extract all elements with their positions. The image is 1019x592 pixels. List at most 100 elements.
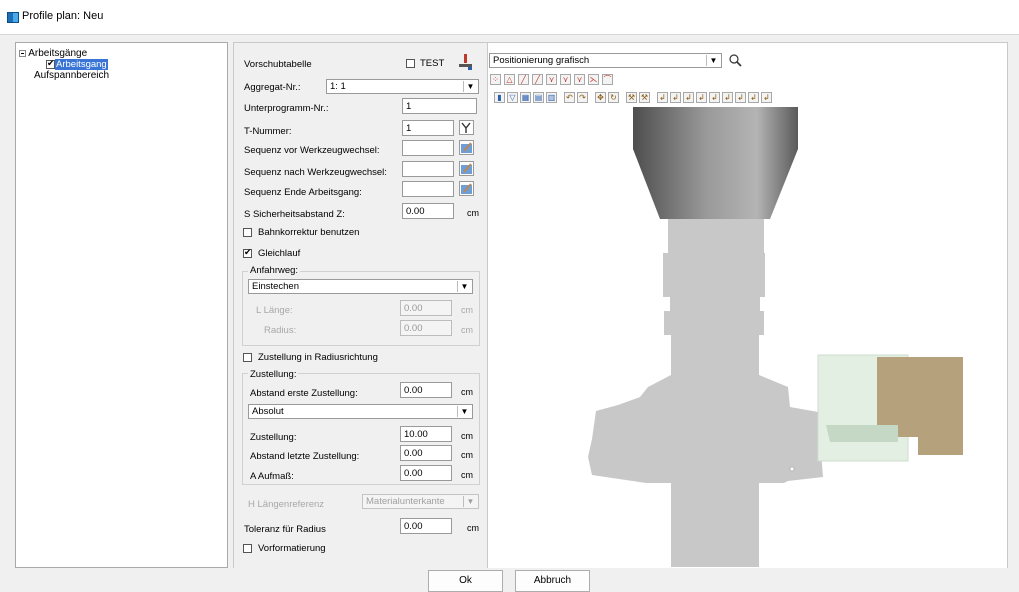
s2-icon[interactable]: ↲ [670, 92, 681, 103]
arc-icon[interactable]: ⌒ [602, 74, 613, 85]
chevron-down-icon: ▼ [463, 496, 477, 507]
ok-button[interactable]: Ok [428, 570, 503, 592]
s3-icon[interactable]: ↲ [683, 92, 694, 103]
tree-item-label: Arbeitsgang [55, 59, 108, 70]
seq-vor-label: Sequenz vor Werkzeugwechsel: [244, 145, 380, 156]
points-icon[interactable]: ⁘ [490, 74, 501, 85]
sicherheit-label: S Sicherheitsabstand Z: [244, 209, 345, 220]
laengenreferenz-label: H Längenreferenz [248, 499, 325, 510]
pause-icon[interactable]: ▮ [494, 92, 505, 103]
laengenreferenz-value: Materialunterkante [366, 496, 445, 507]
move-icon[interactable]: ✥ [595, 92, 606, 103]
feed-table-icon[interactable] [458, 53, 474, 70]
laenge-input[interactable]: 0.00 [400, 300, 452, 316]
angle3-icon[interactable]: ⋎ [574, 74, 585, 85]
gleichlauf-label: Gleichlauf [258, 248, 301, 259]
triangle-icon[interactable]: △ [504, 74, 515, 85]
view-mode-select[interactable]: Positionierung grafisch ▼ [489, 53, 722, 68]
abstand-erste-label: Abstand erste Zustellung: [250, 388, 358, 399]
s9-icon[interactable]: ↲ [761, 92, 772, 103]
aggregat-select[interactable]: 1: 1 ▼ [326, 79, 479, 94]
tool2-icon[interactable]: ⚒ [639, 92, 650, 103]
tnummer-label: T-Nummer: [244, 126, 292, 137]
radius-label: Radius: [264, 325, 297, 336]
unit-label: cm [461, 470, 473, 480]
gleichlauf-checkbox[interactable] [243, 247, 252, 258]
arbeitsgang-checkbox[interactable] [46, 58, 55, 69]
seq-vor-input[interactable] [402, 140, 454, 156]
toleranz-input[interactable]: 0.00 [400, 518, 452, 534]
tool-preview [588, 107, 963, 567]
seq-ende-input[interactable] [402, 181, 454, 197]
dialog-button-bar: Ok Abbruch [0, 568, 1019, 592]
aufmass-label: A Aufmaß: [250, 471, 294, 482]
vorformatierung-checkbox[interactable] [243, 544, 252, 553]
modus-value: Absolut [252, 406, 284, 417]
angle-icon[interactable]: ⋎ [546, 74, 557, 85]
s5-icon[interactable]: ↲ [709, 92, 720, 103]
filter-icon[interactable]: ▽ [507, 92, 518, 103]
anfahrweg-select[interactable]: Einstechen ▼ [248, 279, 473, 294]
rotate-icon[interactable]: ↻ [608, 92, 619, 103]
test-checkbox[interactable] [406, 59, 415, 68]
modus-select[interactable]: Absolut ▼ [248, 404, 473, 419]
title-bar: Profile plan: Neu [0, 0, 1019, 35]
cancel-button[interactable]: Abbruch [515, 570, 590, 592]
undo-icon[interactable]: ↶ [564, 92, 575, 103]
tool-body [588, 219, 823, 567]
tree-item-label: Aufspannbereich [34, 70, 110, 81]
zoom-icon[interactable] [728, 53, 743, 68]
unit-label: cm [461, 325, 473, 335]
zustellung-radius-label: Zustellung in Radiusrichtung [258, 352, 378, 363]
seq-nach-label: Sequenz nach Werkzeugwechsel: [244, 167, 387, 178]
s8-icon[interactable]: ↲ [748, 92, 759, 103]
laenge-label: L Länge: [256, 305, 293, 316]
aggregat-label: Aggregat-Nr.: [244, 82, 301, 93]
edit-sequence-icon[interactable] [459, 181, 474, 196]
line-icon[interactable]: ╱ [518, 74, 529, 85]
app-icon [7, 12, 19, 23]
operations-tree[interactable]: Arbeitsgänge Arbeitsgang Aufspannbereich [15, 42, 228, 568]
zustellung-radius-checkbox[interactable] [243, 353, 252, 362]
unit-label: cm [461, 431, 473, 441]
vorschubtabelle-label: Vorschubtabelle [244, 59, 312, 70]
seq-nach-input[interactable] [402, 161, 454, 177]
redo-icon[interactable]: ↷ [577, 92, 588, 103]
layers-icon[interactable]: ▦ [520, 92, 531, 103]
unit-label: cm [461, 450, 473, 460]
abstand-letzte-input[interactable]: 0.00 [400, 445, 452, 461]
tool-icon[interactable]: ⚒ [626, 92, 637, 103]
abstand-erste-input[interactable]: 0.00 [400, 382, 452, 398]
chevron-down-icon: ▼ [463, 81, 477, 92]
tool-fork-icon[interactable] [459, 120, 474, 135]
angle2-icon[interactable]: ⋎ [560, 74, 571, 85]
edit-sequence-icon[interactable] [459, 140, 474, 155]
tree-item-arbeitsgang[interactable]: Arbeitsgang [46, 58, 108, 70]
sicherheit-input[interactable]: 0.00 [402, 203, 454, 219]
view-icon[interactable]: ▤ [533, 92, 544, 103]
tree-item-aufspannbereich[interactable]: Aufspannbereich [34, 70, 109, 81]
s6-icon[interactable]: ↲ [722, 92, 733, 103]
seq-ende-label: Sequenz Ende Arbeitsgang: [244, 187, 362, 198]
s4-icon[interactable]: ↲ [696, 92, 707, 103]
radius-input[interactable]: 0.00 [400, 320, 452, 336]
tnummer-input[interactable]: 1 [402, 120, 454, 136]
line2-icon[interactable]: ╱ [532, 74, 543, 85]
s1-icon[interactable]: ↲ [657, 92, 668, 103]
aufmass-input[interactable]: 0.00 [400, 465, 452, 481]
edit-sequence-icon[interactable] [459, 161, 474, 176]
unterprogramm-input[interactable]: 1 [402, 98, 477, 114]
unit-label: cm [461, 387, 473, 397]
laengenreferenz-select[interactable]: Materialunterkante ▼ [362, 494, 479, 509]
branch-icon[interactable]: ⋋ [588, 74, 599, 85]
collapse-icon[interactable] [19, 49, 26, 57]
zustellung-input[interactable]: 10.00 [400, 426, 452, 442]
s7-icon[interactable]: ↲ [735, 92, 746, 103]
spindle-head [633, 107, 798, 219]
unit-label: cm [467, 208, 479, 218]
grid-icon[interactable]: ▥ [546, 92, 557, 103]
chevron-down-icon: ▼ [457, 281, 471, 292]
bahnkorrektur-checkbox[interactable] [243, 228, 252, 237]
zustellung-group-label: Zustellung: [248, 369, 299, 380]
toleranz-label: Toleranz für Radius [244, 524, 326, 535]
